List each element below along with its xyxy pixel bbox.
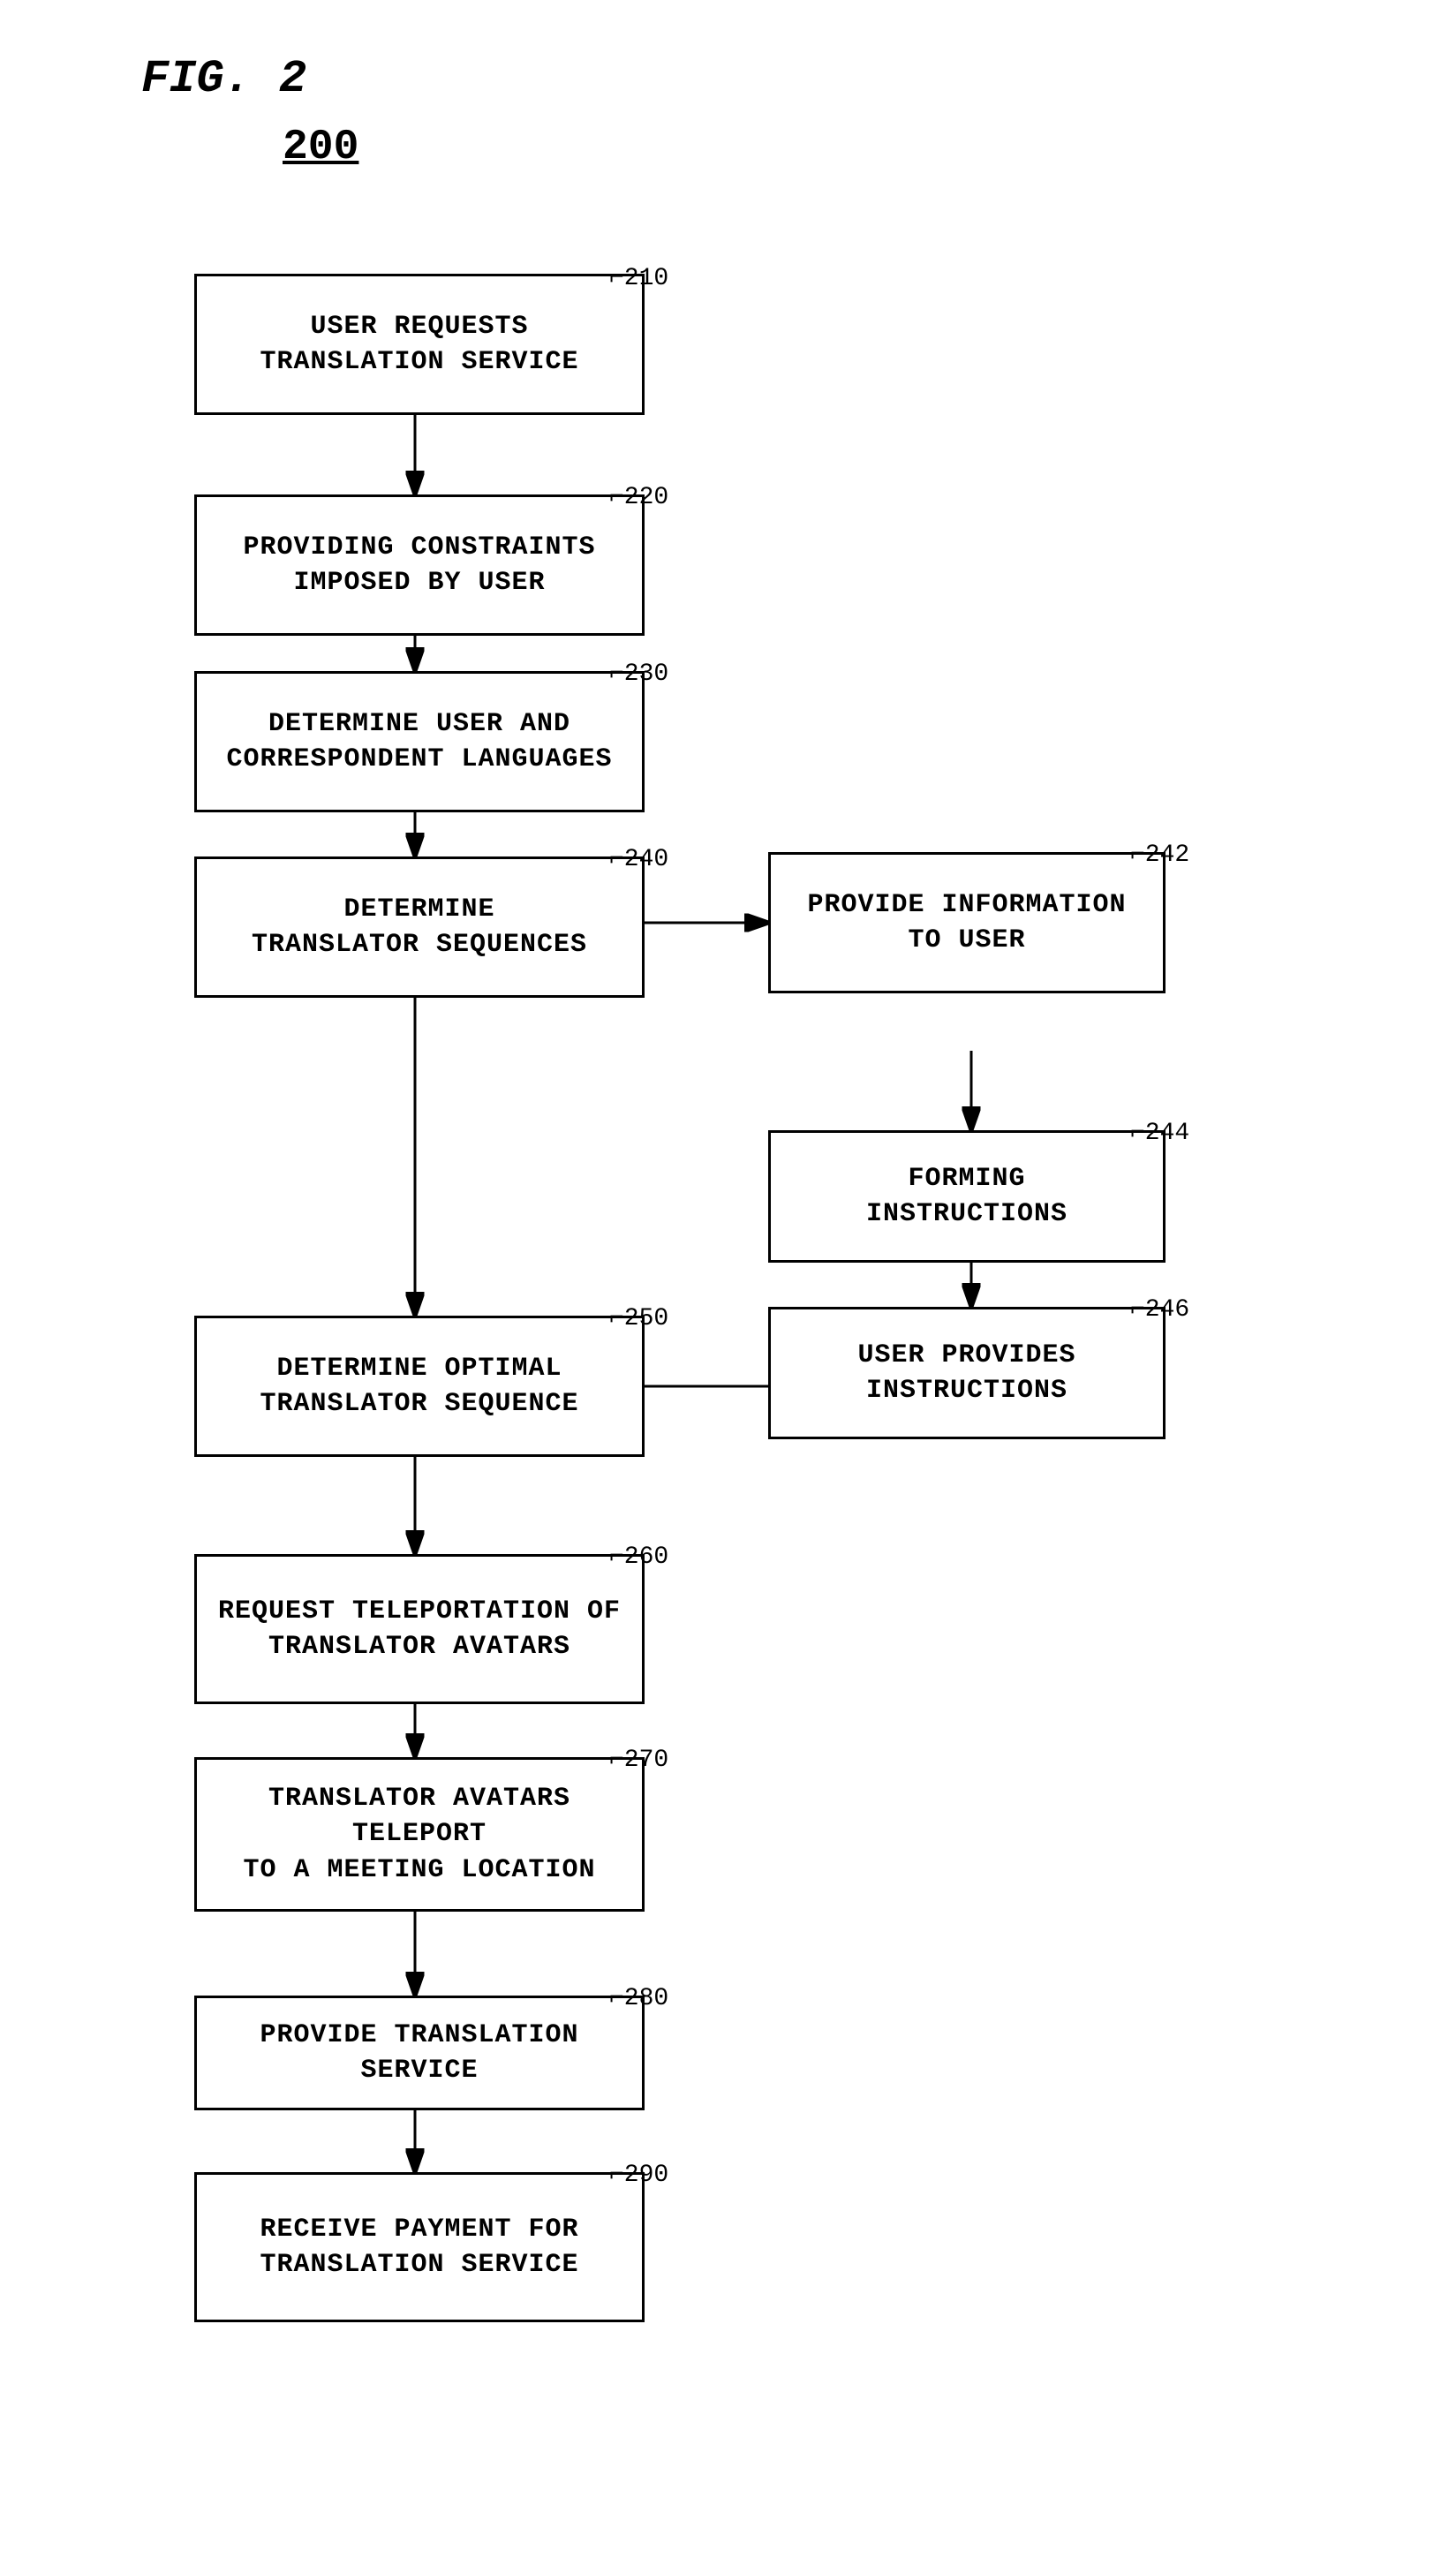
fig-title: FIG. 2: [141, 53, 306, 105]
box-230: DETERMINE USER AND CORRESPONDENT LANGUAG…: [194, 671, 645, 812]
box-240: DETERMINE TRANSLATOR SEQUENCES: [194, 856, 645, 998]
ref-246: ⌐246: [1130, 1296, 1189, 1324]
box-260-line1: REQUEST TELEPORTATION OF: [218, 1594, 621, 1630]
box-244-line2: INSTRUCTIONS: [866, 1196, 1067, 1233]
ref-240: ⌐240: [609, 846, 668, 873]
box-250: DETERMINE OPTIMAL TRANSLATOR SEQUENCE: [194, 1316, 645, 1457]
ref-220: ⌐220: [609, 484, 668, 511]
box-290-line2: TRANSLATION SERVICE: [260, 2247, 578, 2283]
ref-244: ⌐244: [1130, 1120, 1189, 1147]
box-230-line1: DETERMINE USER AND: [268, 706, 570, 743]
ref-210: ⌐210: [609, 265, 668, 292]
ref-270: ⌐270: [609, 1747, 668, 1774]
box-210-line1: USER REQUESTS: [310, 309, 528, 345]
box-260: REQUEST TELEPORTATION OF TRANSLATOR AVAT…: [194, 1554, 645, 1704]
box-240-line1: DETERMINE: [343, 892, 494, 928]
box-220-line1: PROVIDING CONSTRAINTS: [243, 530, 595, 566]
box-250-line2: TRANSLATOR SEQUENCE: [260, 1386, 578, 1422]
box-270-line1: TRANSLATOR AVATARS TELEPORT: [213, 1781, 626, 1852]
ref-230: ⌐230: [609, 660, 668, 688]
page: FIG. 2 200 USER REQUEST: [0, 0, 1456, 2558]
box-242-line2: TO USER: [908, 923, 1025, 959]
box-246-line2: INSTRUCTIONS: [866, 1373, 1067, 1409]
fig-number: 200: [283, 124, 358, 171]
box-290: RECEIVE PAYMENT FOR TRANSLATION SERVICE: [194, 2172, 645, 2322]
box-280: PROVIDE TRANSLATION SERVICE: [194, 1996, 645, 2110]
ref-260: ⌐260: [609, 1543, 668, 1571]
box-260-line2: TRANSLATOR AVATARS: [268, 1629, 570, 1665]
box-270: TRANSLATOR AVATARS TELEPORT TO A MEETING…: [194, 1757, 645, 1912]
box-230-line2: CORRESPONDENT LANGUAGES: [226, 742, 612, 778]
box-210: USER REQUESTS TRANSLATION SERVICE: [194, 274, 645, 415]
box-242: PROVIDE INFORMATION TO USER: [768, 852, 1166, 993]
box-246: USER PROVIDES INSTRUCTIONS: [768, 1307, 1166, 1439]
ref-290: ⌐290: [609, 2162, 668, 2189]
box-220: PROVIDING CONSTRAINTS IMPOSED BY USER: [194, 494, 645, 636]
box-246-line1: USER PROVIDES: [857, 1338, 1075, 1374]
ref-250: ⌐250: [609, 1305, 668, 1332]
box-210-line2: TRANSLATION SERVICE: [260, 344, 578, 381]
box-280-line1: PROVIDE TRANSLATION SERVICE: [213, 2018, 626, 2089]
box-242-line1: PROVIDE INFORMATION: [807, 887, 1126, 924]
box-290-line1: RECEIVE PAYMENT FOR: [260, 2212, 578, 2248]
box-220-line2: IMPOSED BY USER: [293, 565, 545, 601]
box-250-line1: DETERMINE OPTIMAL: [276, 1351, 562, 1387]
ref-280: ⌐280: [609, 1985, 668, 2012]
box-244: FORMING INSTRUCTIONS: [768, 1130, 1166, 1263]
ref-242: ⌐242: [1130, 841, 1189, 869]
box-244-line1: FORMING: [908, 1161, 1025, 1197]
box-270-line2: TO A MEETING LOCATION: [243, 1852, 595, 1889]
box-240-line2: TRANSLATOR SEQUENCES: [252, 927, 587, 963]
